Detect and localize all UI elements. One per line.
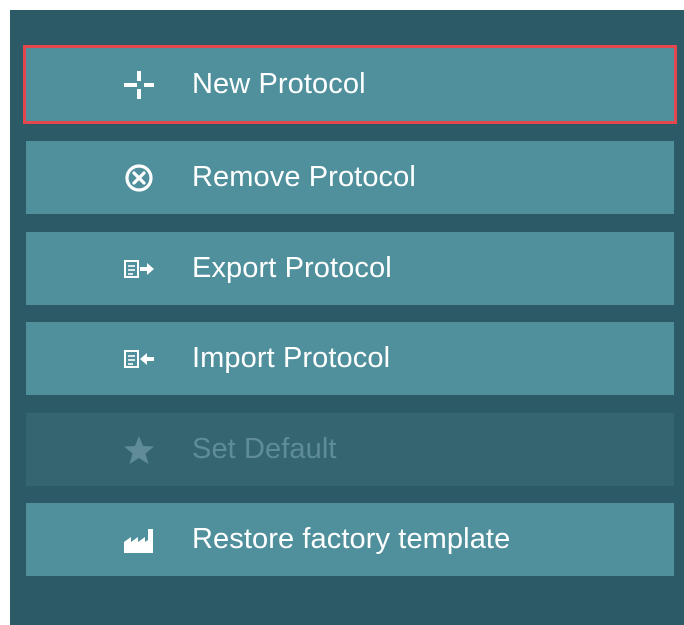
import-protocol-button[interactable]: Import Protocol [26,322,674,395]
star-icon [122,433,156,467]
set-default-label: Set Default [192,433,337,465]
new-protocol-label: New Protocol [192,68,366,100]
remove-circle-icon [122,161,156,195]
import-protocol-label: Import Protocol [192,342,391,374]
plus-icon [122,68,156,102]
import-document-icon [122,342,156,376]
factory-icon [122,523,156,557]
export-protocol-label: Export Protocol [192,252,392,284]
export-document-icon [122,252,156,286]
set-default-button[interactable]: Set Default [26,413,674,486]
restore-factory-template-label: Restore factory template [192,523,511,555]
restore-factory-template-button[interactable]: Restore factory template [26,503,674,576]
new-protocol-button[interactable]: New Protocol [23,45,677,124]
protocol-actions-panel: New Protocol Remove Protocol Export Prot… [10,10,684,625]
remove-protocol-button[interactable]: Remove Protocol [26,141,674,214]
export-protocol-button[interactable]: Export Protocol [26,232,674,305]
remove-protocol-label: Remove Protocol [192,161,416,193]
